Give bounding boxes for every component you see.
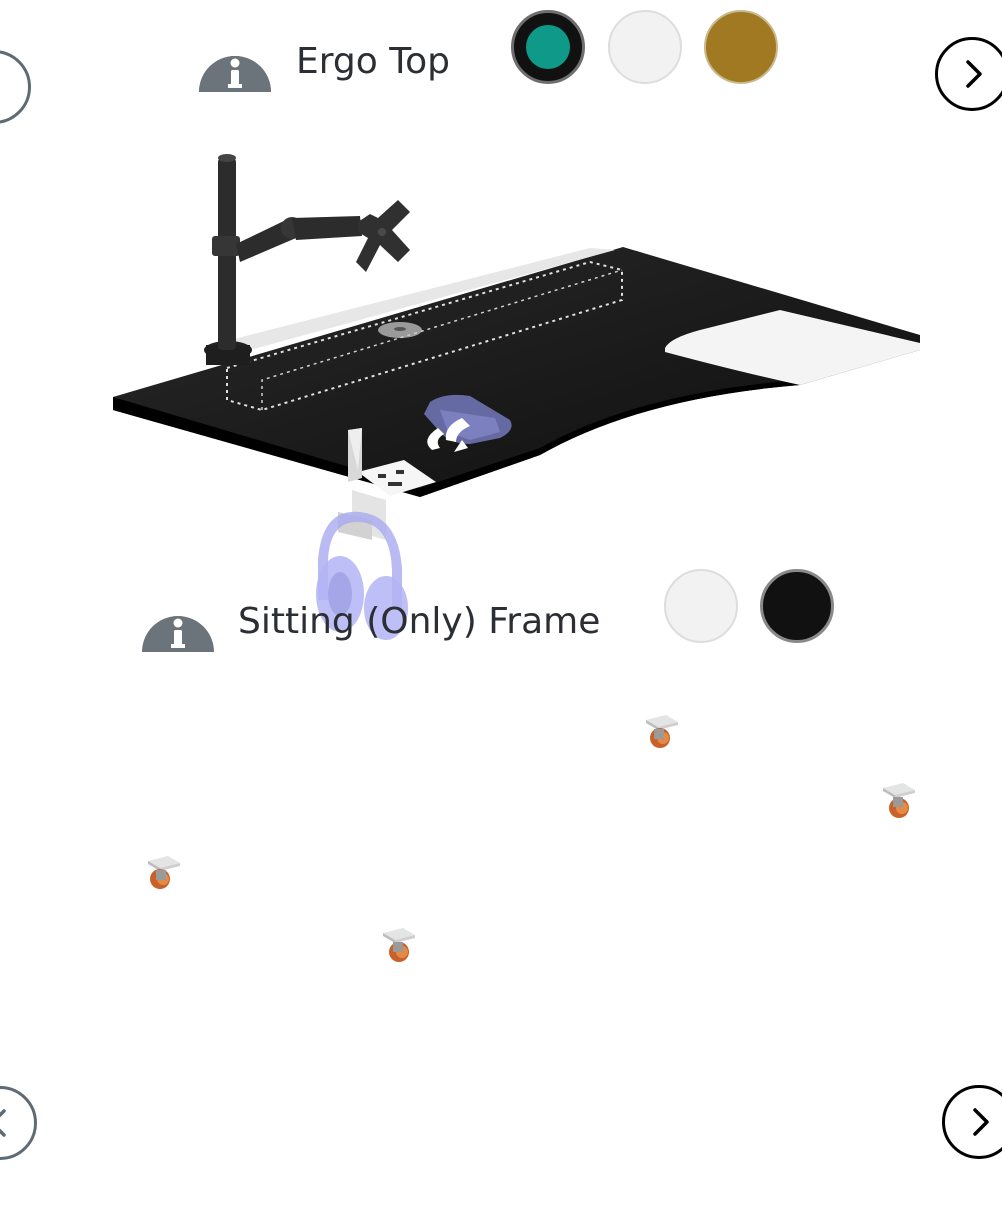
info-icon[interactable] bbox=[142, 586, 214, 652]
top-next-button[interactable] bbox=[935, 37, 1002, 111]
caster-wheel bbox=[148, 856, 180, 889]
top-swatch-white[interactable] bbox=[608, 10, 682, 84]
chevron-right-icon bbox=[966, 60, 982, 88]
chevron-left-icon bbox=[0, 67, 14, 107]
top-swatch-gold[interactable] bbox=[704, 10, 778, 84]
chevron-right-icon bbox=[973, 1108, 989, 1136]
top-section-title: Ergo Top bbox=[296, 41, 450, 82]
info-icon[interactable] bbox=[199, 26, 271, 92]
caster-wheel bbox=[383, 928, 415, 962]
frame-swatch-white[interactable] bbox=[664, 569, 738, 643]
caster-wheel bbox=[883, 783, 915, 818]
frame-section-title: Sitting (Only) Frame bbox=[238, 601, 601, 642]
caster-wheel bbox=[646, 715, 678, 748]
frame-swatch-black[interactable] bbox=[760, 569, 834, 643]
top-swatch-teal[interactable] bbox=[511, 10, 585, 84]
chevron-left-icon bbox=[0, 1109, 6, 1137]
